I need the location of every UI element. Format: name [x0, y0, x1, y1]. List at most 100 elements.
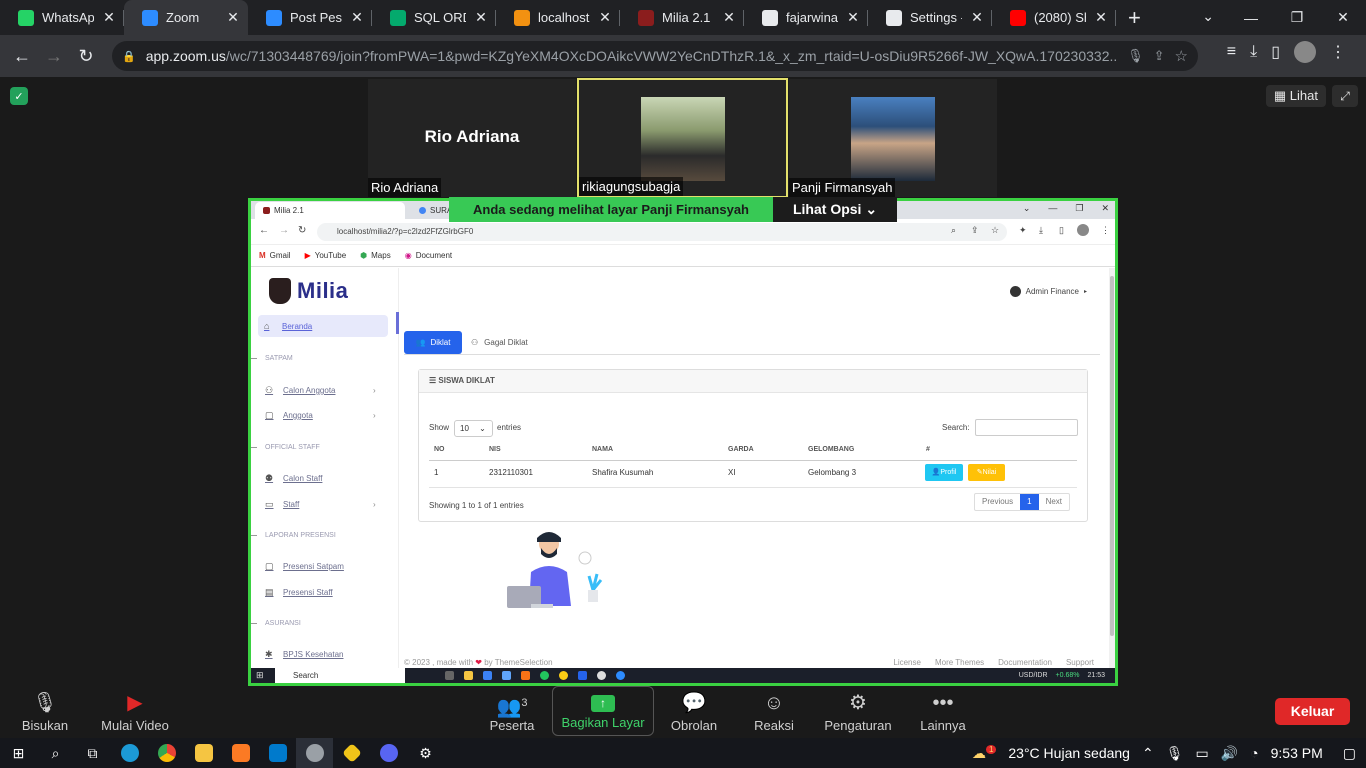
browser-tab[interactable]: Post Peserta ✕	[248, 0, 372, 35]
view-options-button[interactable]: Lihat Opsi ⌄	[772, 197, 898, 222]
chevron-down-icon[interactable]: ⌄	[1023, 203, 1031, 214]
more-button[interactable]: ••• Lainnya	[898, 688, 988, 733]
file-explorer-icon[interactable]	[185, 738, 222, 768]
browser-tab[interactable]: Settings - ✕	[868, 0, 992, 35]
sidebar-item-presensi-satpam[interactable]: ▢ Presensi Satpam	[265, 561, 344, 572]
column-header[interactable]: NIS	[489, 446, 501, 453]
bookmark-star-icon[interactable]: ☆	[991, 225, 999, 236]
settings-gear-icon[interactable]: ⚙	[407, 738, 444, 768]
explorer-icon[interactable]	[464, 671, 473, 680]
sidebar-item-bpjs[interactable]: ✱ BPJS Kesehatan	[265, 649, 343, 660]
share-page-icon[interactable]: ⇪	[971, 225, 979, 236]
footer-link[interactable]: More Themes	[935, 658, 984, 667]
search-icon[interactable]: ⌕	[951, 225, 956, 236]
close-tab-icon[interactable]: ✕	[474, 9, 488, 26]
participants-button[interactable]: 👥3 Peserta	[467, 688, 557, 733]
chrome-icon[interactable]	[559, 671, 568, 680]
volume-icon[interactable]: 🔊	[1221, 745, 1238, 762]
shared-scrollbar[interactable]	[1109, 268, 1115, 668]
reload-icon[interactable]: ↻	[70, 46, 102, 67]
restore-icon[interactable]: ❐	[1274, 9, 1320, 26]
download-icon[interactable]: ⤓	[1250, 43, 1257, 61]
tab-gagal-diklat[interactable]: ⚇ Gagal Diklat	[471, 331, 528, 354]
wifi-icon[interactable]: ◔	[1250, 745, 1258, 761]
tab-search-icon[interactable]: ⌄	[1202, 8, 1214, 25]
sidebar-item-calon-staff[interactable]: ⚉ Calon Staff	[265, 473, 322, 484]
back-icon[interactable]: ←	[259, 225, 269, 236]
sidebar-item-calon-anggota[interactable]: ⚇ Calon Anggota ›	[265, 385, 376, 396]
profil-button[interactable]: 👤Profil	[925, 464, 963, 481]
vscode-icon[interactable]	[578, 671, 587, 680]
windows-start-icon[interactable]: ⊞	[0, 738, 37, 768]
video-tile-panji[interactable]: Panji Firmansyah	[789, 79, 997, 197]
next-button[interactable]: Next	[1039, 494, 1069, 510]
shared-tab[interactable]: Milia 2.1	[255, 202, 405, 219]
tab-diklat[interactable]: 👥 Diklat	[404, 331, 462, 354]
browser-tab[interactable]: SQL ORDER BY ✕	[372, 0, 496, 35]
battery-icon[interactable]: ▭	[1195, 745, 1208, 762]
leave-button[interactable]: Keluar	[1275, 698, 1350, 725]
side-panel-icon[interactable]: ▯	[1271, 42, 1280, 62]
taskview-icon[interactable]	[445, 671, 454, 680]
fullscreen-icon[interactable]: ⤢	[1332, 85, 1358, 107]
close-tab-icon[interactable]: ✕	[598, 9, 612, 26]
taskbar-search[interactable]: Search	[275, 668, 405, 683]
close-tab-icon[interactable]: ✕	[970, 9, 984, 26]
column-header[interactable]: #	[926, 446, 930, 453]
browser-tab[interactable]: Zoom ✕	[124, 0, 248, 35]
encryption-shield-icon[interactable]: ✓	[10, 87, 28, 105]
page-1-button[interactable]: 1	[1020, 494, 1039, 510]
view-button[interactable]: ▦ Lihat	[1265, 85, 1326, 107]
minimize-icon[interactable]: —	[1048, 203, 1057, 214]
side-panel-icon[interactable]: ▯	[1059, 225, 1064, 236]
sidebar-item-presensi-staff[interactable]: ▤ Presensi Staff	[265, 587, 333, 598]
scrollbar-thumb[interactable]	[1110, 276, 1114, 636]
close-tab-icon[interactable]: ✕	[102, 9, 116, 26]
close-tab-icon[interactable]: ✕	[226, 9, 240, 26]
notification-icon[interactable]: ▢	[1343, 745, 1356, 762]
column-header[interactable]: NO	[434, 446, 445, 453]
firefox-icon[interactable]	[521, 671, 530, 680]
previous-button[interactable]: Previous	[975, 494, 1020, 510]
reload-icon[interactable]: ↻	[298, 225, 306, 236]
share-page-icon[interactable]: ⇪	[1154, 48, 1165, 64]
footer-link[interactable]: Support	[1066, 658, 1094, 667]
git-icon[interactable]	[333, 738, 370, 768]
github-icon[interactable]	[597, 671, 606, 680]
column-header[interactable]: GARDA	[728, 446, 754, 453]
profile-avatar[interactable]	[1294, 41, 1316, 63]
download-icon[interactable]: ⤓	[1039, 225, 1043, 236]
discord-icon[interactable]	[370, 738, 407, 768]
spotify-icon[interactable]	[540, 671, 549, 680]
video-tile-rio[interactable]: Rio Adriana Rio Adriana	[368, 79, 576, 197]
bookmark-star-icon[interactable]: ☆	[1175, 47, 1188, 65]
mic-icon[interactable]: 🎙	[1166, 745, 1184, 762]
forward-icon[interactable]: →	[38, 46, 70, 67]
entries-select[interactable]: 10 ⌄	[454, 420, 493, 437]
bookmark-maps[interactable]: ⬢ Maps	[360, 251, 391, 260]
column-header[interactable]: NAMA	[592, 446, 613, 453]
store-icon[interactable]	[502, 671, 511, 680]
profile-avatar[interactable]	[1077, 224, 1089, 236]
chat-button[interactable]: 💬 Obrolan	[649, 688, 739, 733]
chrome-icon[interactable]	[148, 738, 185, 768]
menu-icon[interactable]: ⋮	[1101, 225, 1110, 236]
browser-tab[interactable]: WhatsApp ✕	[0, 0, 124, 35]
browser-tab[interactable]: localhost / ✕	[496, 0, 620, 35]
media-icon[interactable]: ≡	[1227, 43, 1236, 61]
zoom-icon[interactable]	[616, 671, 625, 680]
clock[interactable]: 9:53 PM	[1271, 745, 1323, 761]
address-bar[interactable]: 🔒 app.zoom.us/wc/71303448769/join?fromPW…	[112, 41, 1198, 71]
menu-icon[interactable]: ⋮	[1330, 42, 1346, 62]
browser-tab[interactable]: fajarwinata ✕	[744, 0, 868, 35]
nilai-button[interactable]: ✎Nilai	[968, 464, 1005, 481]
column-header[interactable]: GELOMBANG	[808, 446, 854, 453]
extensions-icon[interactable]: ✦	[1019, 225, 1027, 236]
back-icon[interactable]: ←	[6, 46, 38, 67]
minimize-icon[interactable]: —	[1228, 10, 1274, 26]
bookmark-youtube[interactable]: ▶ YouTube	[305, 251, 347, 260]
chrome-active-icon[interactable]	[296, 738, 333, 768]
mute-button[interactable]: 🎙 Bisukan	[0, 688, 90, 733]
video-tile-riki[interactable]: rikiagungsubagja	[577, 78, 788, 198]
sidebar-item-anggota[interactable]: ▢ Anggota ›	[265, 410, 376, 421]
